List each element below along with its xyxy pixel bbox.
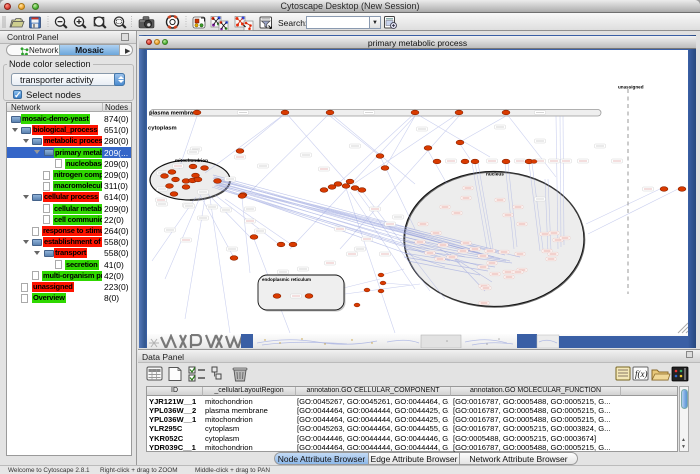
svg-text:cytoplasm: cytoplasm: [148, 125, 177, 131]
svg-text:nucleus: nucleus: [486, 172, 504, 178]
svg-text:f(x): f(x): [635, 369, 648, 379]
svg-text:unassigned: unassigned: [618, 85, 644, 90]
svg-text:endoplasmic reticulum: endoplasmic reticulum: [262, 277, 311, 282]
svg-text:mitochondrion: mitochondrion: [175, 158, 208, 164]
